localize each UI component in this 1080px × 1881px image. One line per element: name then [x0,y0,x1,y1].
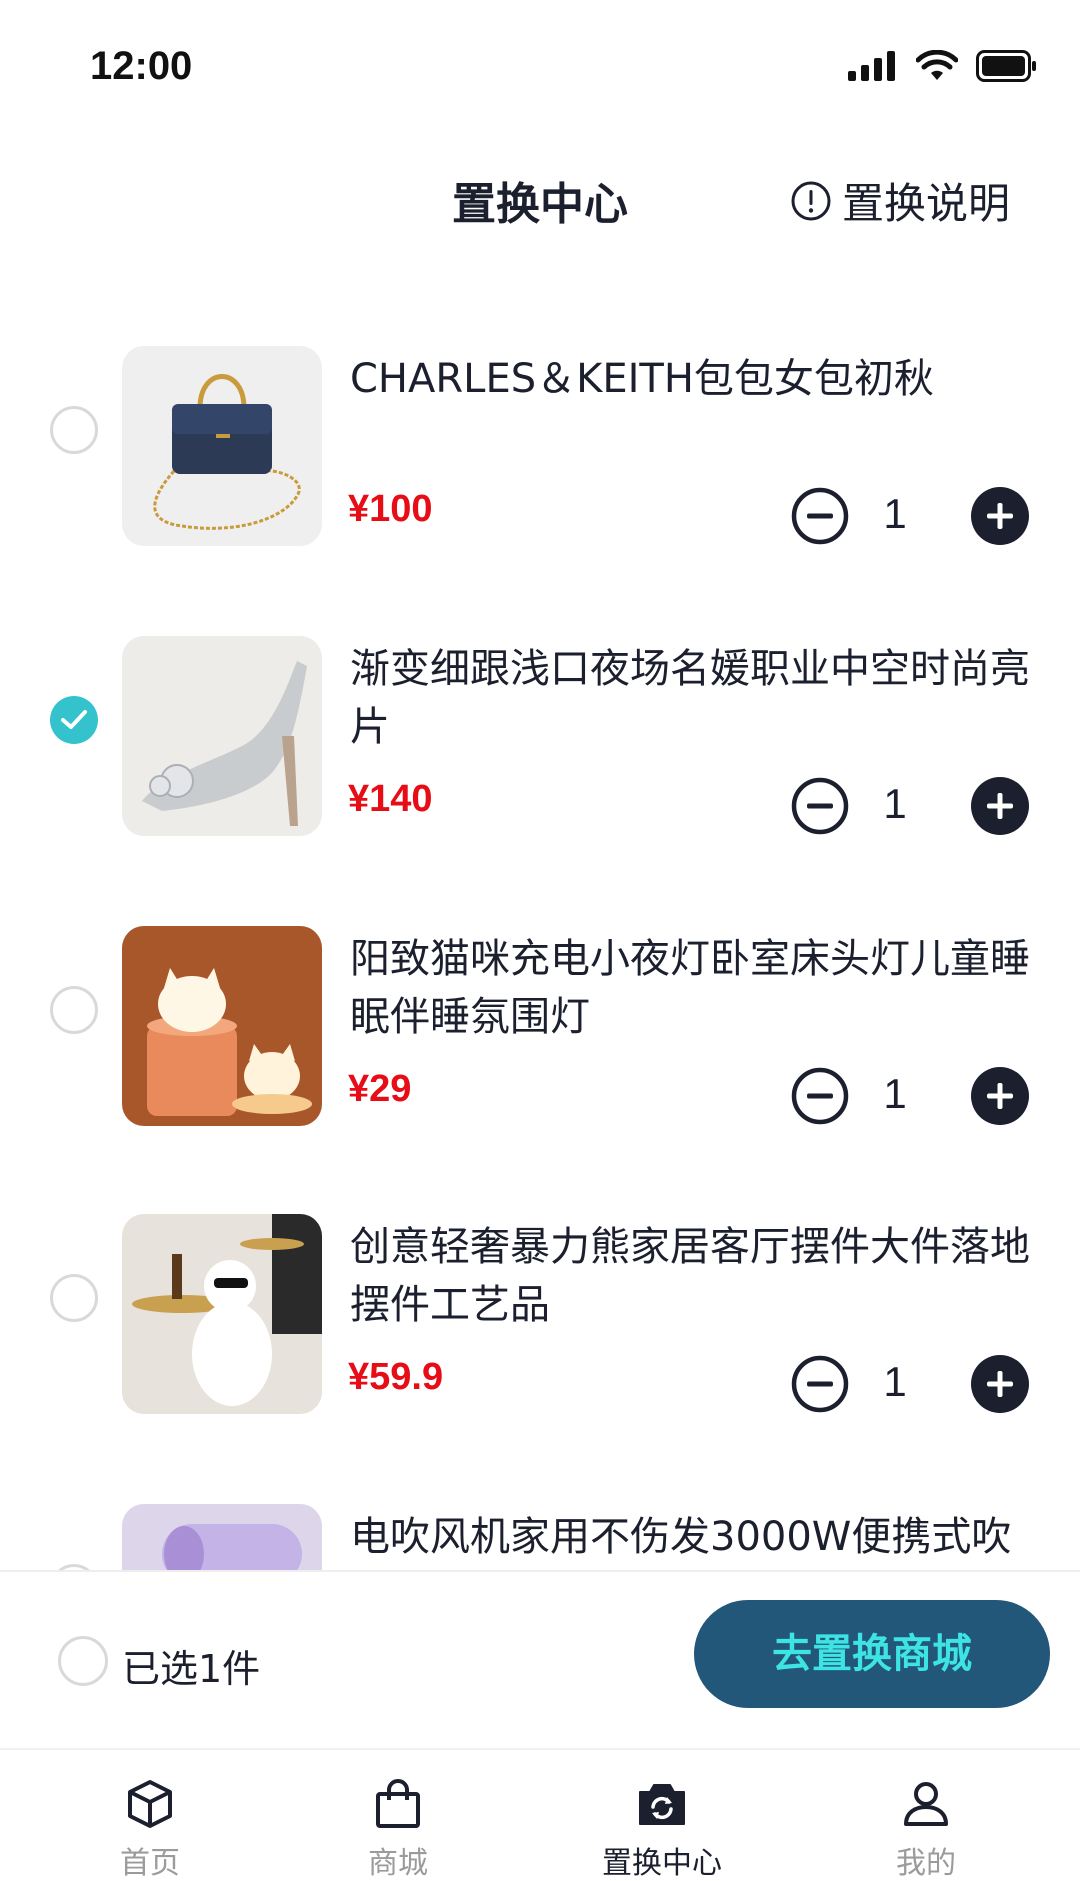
item-price: ¥59.9 [348,1356,444,1398]
tab-label: 首页 [120,1846,180,1881]
quantity-value: 1 [883,490,907,537]
minus-icon[interactable] [790,486,850,546]
item-title: 电吹风机家用不伤发3000W便携式吹风机纸吸音 [350,1514,1012,1560]
product-image-bear-ornament [122,1214,322,1414]
product-image-night-light [122,926,322,1126]
product-image-heel [122,636,322,836]
item-title: 阳致猫咪充电小夜灯卧室床头灯儿童睡眠伴睡氛围灯 [350,936,1030,1040]
header: 置换中心 置换说明 [0,150,1080,240]
wifi-icon [916,50,958,80]
item-title: 渐变细跟浅口夜场名媛职业中空时尚亮片 [350,646,1030,750]
tab-profile[interactable]: 我的 [826,1750,1026,1881]
list-item: 渐变细跟浅口夜场名媛职业中空时尚亮片 ¥140 1 [0,620,1080,840]
exchange-camera-icon [639,1784,685,1825]
list-item: CHARLES＆KEITH包包女包初秋 ¥100 1 [0,330,1080,550]
item-price: ¥100 [348,488,433,530]
item-checkbox[interactable] [50,406,98,454]
minus-icon[interactable] [790,776,850,836]
item-price: ¥140 [348,778,433,820]
selection-footer: 已选1件 去置换商城 [0,1570,1080,1748]
quantity-stepper: 1 [790,486,1030,546]
exchange-item-list[interactable]: CHARLES＆KEITH包包女包初秋 ¥100 1 渐变细跟浅口夜场名媛职业中… [0,330,1080,1570]
tab-home[interactable]: 首页 [50,1750,250,1881]
bottom-tab-bar: 首页 商城 置换中心 我的 [0,1748,1080,1881]
list-item: 电吹风机家用不伤发3000W便携式吹风机纸吸音 [0,1488,1080,1570]
tab-exchange-center[interactable]: 置换中心 [562,1750,762,1881]
user-icon [904,1782,948,1826]
select-all-checkbox[interactable] [58,1636,108,1686]
plus-icon[interactable] [970,1066,1030,1126]
go-exchange-mall-button[interactable]: 去置换商城 [694,1600,1050,1708]
item-checkbox[interactable] [50,696,98,744]
item-price: ¥29 [348,1068,412,1110]
cube-icon [128,1780,172,1828]
status-time: 12:00 [90,44,193,88]
quantity-stepper: 1 [790,1354,1030,1414]
quantity-stepper: 1 [790,1066,1030,1126]
plus-icon[interactable] [970,486,1030,546]
tab-label: 商城 [368,1846,428,1881]
status-bar: 12:00 [0,0,1080,130]
exchange-help-link[interactable]: 置换说明 [790,170,1010,231]
check-icon [61,710,87,729]
info-icon [791,181,831,220]
quantity-value: 1 [883,780,907,827]
quantity-value: 1 [883,1358,907,1405]
signal-icon [848,51,895,81]
product-image-handbag [122,346,322,546]
tab-label: 置换中心 [602,1846,722,1881]
list-item: 阳致猫咪充电小夜灯卧室床头灯儿童睡眠伴睡氛围灯 ¥29 1 [0,910,1080,1130]
status-icons [848,50,1038,82]
minus-icon[interactable] [790,1066,850,1126]
item-title: 创意轻奢暴力熊家居客厅摆件大件落地摆件工艺品 [350,1224,1030,1328]
minus-icon[interactable] [790,1354,850,1414]
battery-icon [976,50,1036,82]
item-checkbox[interactable] [50,986,98,1034]
selected-count: 已选1件 [122,1647,261,1691]
item-checkbox[interactable] [50,1274,98,1322]
list-item: 创意轻奢暴力熊家居客厅摆件大件落地摆件工艺品 ¥59.9 1 [0,1198,1080,1418]
tab-label: 我的 [896,1846,956,1881]
product-image-hair-dryer [122,1504,322,1570]
help-label: 置换说明 [841,179,1010,228]
quantity-value: 1 [883,1070,907,1117]
plus-icon[interactable] [970,776,1030,836]
shopping-bag-icon [376,1779,420,1828]
quantity-stepper: 1 [790,776,1030,836]
item-title: CHARLES＆KEITH包包女包初秋 [350,356,934,402]
tab-mall[interactable]: 商城 [298,1750,498,1881]
plus-icon[interactable] [970,1354,1030,1414]
